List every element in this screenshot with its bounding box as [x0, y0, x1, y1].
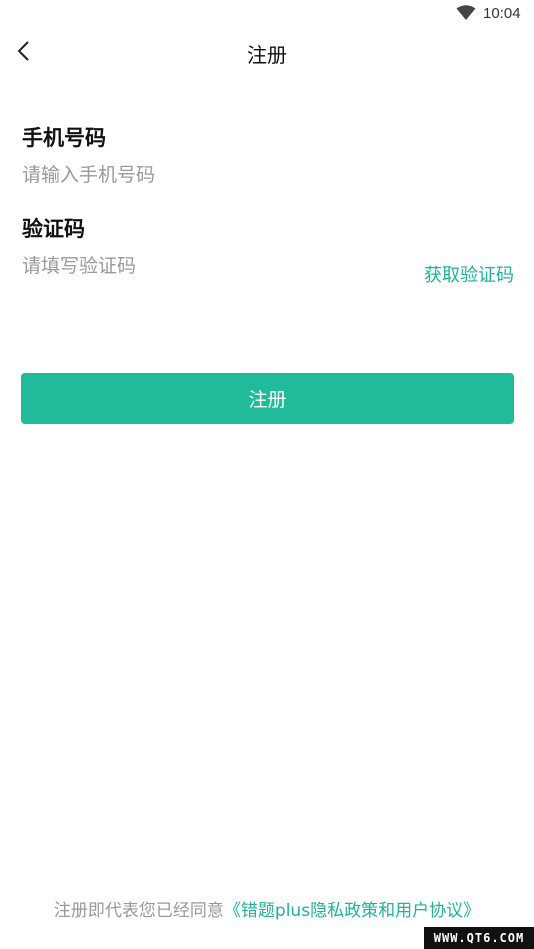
page-title: 注册 — [247, 43, 287, 67]
privacy-policy-link[interactable]: 《错题plus隐私政策和用户协议》 — [224, 901, 480, 921]
wifi-icon — [456, 5, 476, 20]
phone-input[interactable] — [22, 161, 402, 189]
site-watermark: WWW.QT6.COM — [424, 927, 534, 949]
phone-label: 手机号码 — [22, 126, 106, 150]
agreement-prefix: 注册即代表您已经同意 — [53, 901, 224, 921]
verification-code-input[interactable] — [22, 252, 382, 280]
code-label: 验证码 — [22, 217, 85, 241]
status-bar: 10:04 — [0, 0, 534, 28]
get-code-button[interactable]: 获取验证码 — [424, 261, 514, 287]
register-button[interactable]: 注册 — [21, 373, 514, 424]
agreement-text: 注册即代表您已经同意《错题plus隐私政策和用户协议》 — [0, 896, 534, 921]
nav-bar: 注册 — [0, 28, 534, 76]
status-time: 10:04 — [483, 5, 521, 22]
